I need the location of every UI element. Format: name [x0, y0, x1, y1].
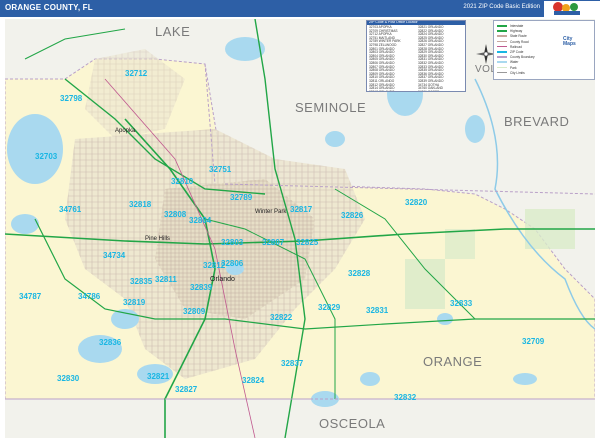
publisher-logo	[544, 1, 600, 17]
zip-code-locator-table: ZIP Code & Post Office Locator 32703 APO…	[366, 20, 466, 92]
zip-label: 32826	[341, 211, 364, 220]
title-bar: ORANGE COUNTY, FL 2021 ZIP Code Basic Ed…	[0, 0, 600, 17]
zip-label: 32817	[290, 205, 313, 214]
legend-swatch	[497, 61, 507, 63]
zip-label: 32827	[175, 385, 198, 394]
city-label-orlando: Orlando	[210, 276, 235, 283]
legend-swatch	[497, 56, 507, 58]
region-label-lake: LAKE	[155, 24, 191, 39]
edition-label: 2021 ZIP Code Basic Edition	[463, 4, 540, 10]
zip-label: 32837	[281, 359, 304, 368]
legend-item-label: Park	[510, 65, 517, 70]
legend-swatch	[497, 51, 507, 53]
legend-swatch	[497, 45, 507, 48]
legend-item-label: Highway	[510, 29, 523, 34]
zip-label: 32832	[394, 393, 417, 402]
zip-label: 32751	[209, 165, 232, 174]
legend-swatch	[497, 30, 507, 32]
zip-label: 32822	[270, 313, 293, 322]
legend-swatch	[497, 40, 507, 43]
zip-label: 32819	[123, 298, 146, 307]
zip-label: 32812	[203, 261, 226, 270]
legend-item-label: ZIP Code	[510, 50, 524, 54]
legend-item-label: Water	[510, 60, 519, 65]
zip-label: 34787	[19, 292, 42, 301]
zip-label: 32825	[296, 238, 319, 247]
zip-label: 32824	[242, 376, 265, 385]
legend-swatch	[497, 71, 507, 74]
zip-label: 32789	[230, 193, 253, 202]
map-title: ORANGE COUNTY, FL	[5, 3, 93, 12]
city-maps-logo: City Maps	[563, 36, 576, 47]
city-label-apopka: Apopka	[115, 128, 136, 134]
legend-item-label: State Route	[510, 34, 527, 39]
zip-label: 32831	[366, 306, 389, 315]
zip-label: 32821	[147, 372, 170, 381]
zip-label: 32818	[129, 200, 152, 209]
legend-item-label: City Limits	[510, 70, 525, 75]
map-canvas[interactable]: LAKE SEMINOLE BREVARD VOLUSIA ORANGE OSC…	[4, 18, 596, 439]
zip-table-row: 32817 ORLANDO	[369, 89, 395, 92]
city-label-pine-hills: Pine Hills	[145, 236, 171, 242]
legend-item-label: Interstate	[510, 24, 524, 28]
region-label-osceola: OSCEOLA	[319, 416, 386, 431]
legend-swatch	[497, 35, 507, 37]
zip-label: 32709	[522, 337, 545, 346]
region-label-seminole: SEMINOLE	[295, 100, 367, 115]
zip-label: 32830	[57, 374, 80, 383]
zip-label: 32828	[348, 269, 371, 278]
zip-label: 34734	[103, 251, 126, 260]
zip-label: 32803	[221, 238, 244, 247]
zip-label: 32798	[60, 94, 83, 103]
legend-item-label: County Road	[510, 39, 529, 44]
zip-label: 32839	[190, 283, 213, 292]
zip-label: 34786	[78, 292, 101, 301]
zip-label: 32829	[318, 303, 341, 312]
legend-item-label: County Boundary	[510, 55, 535, 60]
legend-item-label: Railroad	[510, 44, 522, 49]
zip-label: 32808	[164, 210, 187, 219]
region-label-orange: ORANGE	[423, 354, 483, 369]
zip-table-column: 32821 ORLANDO 32822 ORLANDO 32824 ORLANDO 3…	[416, 25, 465, 92]
zip-label: 32804	[189, 216, 212, 225]
zip-label: 34761	[59, 205, 82, 214]
zip-label: 32809	[183, 307, 206, 316]
zip-table-row: 34761 OCOEE	[418, 89, 440, 92]
legend-swatch	[497, 25, 507, 27]
zip-label: 32703	[35, 152, 58, 161]
zip-label: 32807	[262, 238, 285, 247]
legend-swatch	[497, 66, 507, 69]
zip-label: 32836	[99, 338, 122, 347]
zip-label: 32835	[130, 277, 153, 286]
city-label-winter-park: Winter Park	[255, 209, 287, 215]
zip-label: 32810	[171, 177, 194, 186]
zip-label: 32820	[405, 198, 428, 207]
zip-table-column: 32703 APOPKA 32709 CHRISTMAS 32712 APOPKA 3…	[367, 25, 416, 92]
region-label-brevard: BREVARD	[504, 114, 570, 129]
zip-label: 32833	[450, 299, 473, 308]
zip-label: 32811	[155, 275, 177, 284]
zip-label: 32712	[125, 69, 148, 78]
